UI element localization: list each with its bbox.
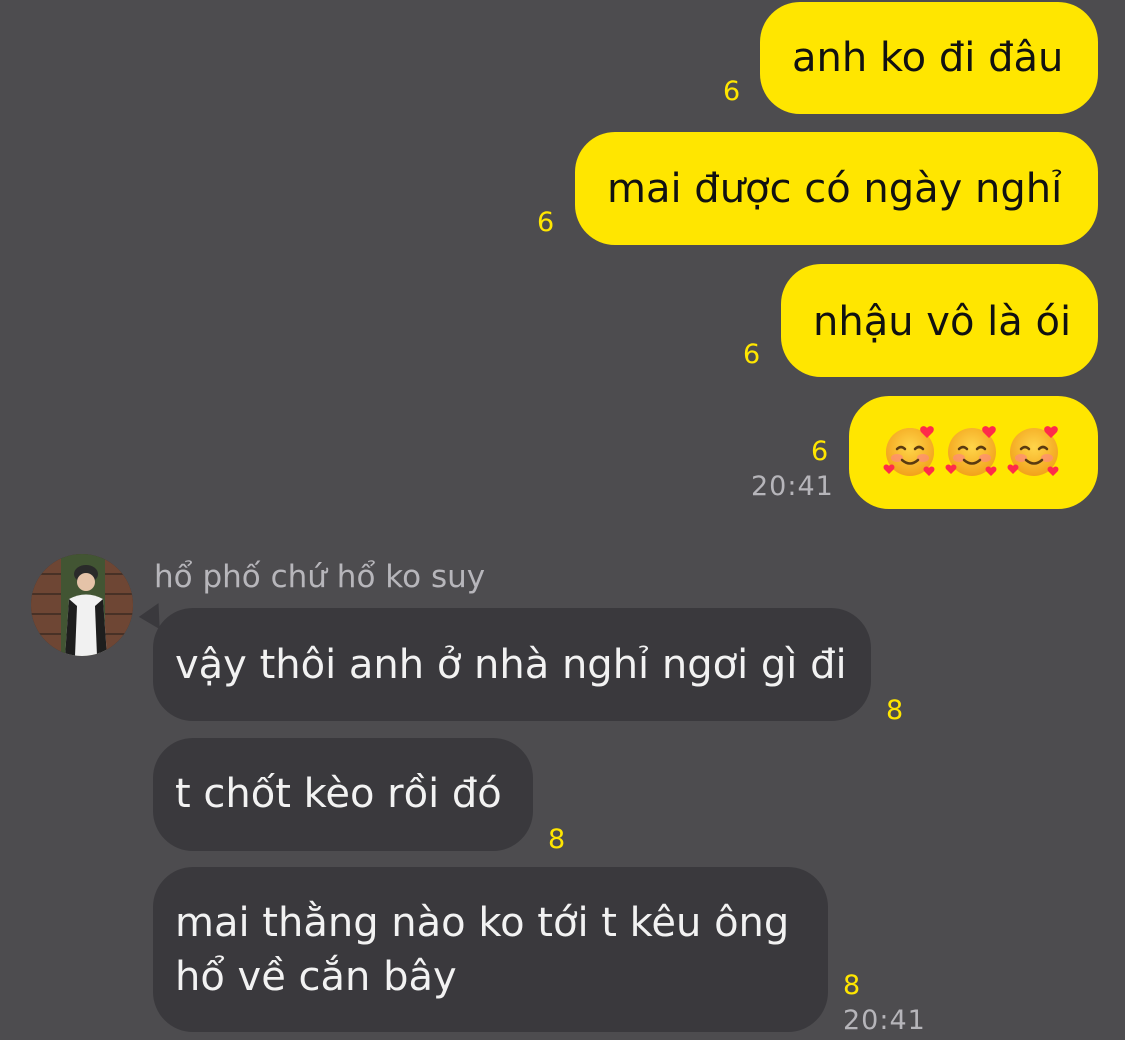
message-text-line-2: hổ về cắn bây [175, 954, 457, 1000]
smiling-face-with-hearts-icon [1007, 426, 1059, 476]
outgoing-emoji-message[interactable] [849, 396, 1098, 509]
sender-name: hổ phố chứ hổ ko suy [154, 559, 486, 595]
unread-count: 6 [811, 436, 829, 467]
incoming-message[interactable]: vậy thôi anh ở nhà nghỉ ngơi gì đi [153, 608, 871, 721]
incoming-message[interactable]: mai thằng nào ko tới t kêu ông hổ về cắn… [153, 867, 828, 1032]
unread-count: 8 [548, 824, 566, 855]
message-text-line-1: mai thằng nào ko tới t kêu ông [175, 900, 790, 946]
outgoing-message[interactable]: anh ko đi đâu [760, 2, 1098, 114]
message-time: 20:41 [843, 1005, 926, 1036]
unread-count: 6 [723, 76, 741, 107]
unread-count: 6 [743, 339, 761, 370]
avatar-photo [31, 554, 133, 656]
message-text: nhậu vô là ói [813, 299, 1072, 345]
emoji-row [881, 422, 1067, 493]
message-text: vậy thôi anh ở nhà nghỉ ngơi gì đi [175, 642, 847, 688]
unread-count: 6 [537, 207, 555, 238]
incoming-message[interactable]: t chốt kèo rồi đó [153, 738, 533, 851]
smiling-face-with-hearts-icon [883, 426, 935, 476]
unread-count: 8 [843, 970, 861, 1001]
message-text: t chốt kèo rồi đó [175, 771, 502, 817]
smiling-face-with-hearts-icon [945, 426, 997, 476]
unread-count: 8 [886, 695, 904, 726]
message-time: 20:41 [751, 471, 834, 502]
message-text: mai được có ngày nghỉ [607, 166, 1063, 212]
outgoing-message[interactable]: nhậu vô là ói [781, 264, 1098, 377]
avatar[interactable] [31, 554, 133, 656]
outgoing-message[interactable]: mai được có ngày nghỉ [575, 132, 1098, 245]
message-text: anh ko đi đâu [792, 35, 1064, 81]
